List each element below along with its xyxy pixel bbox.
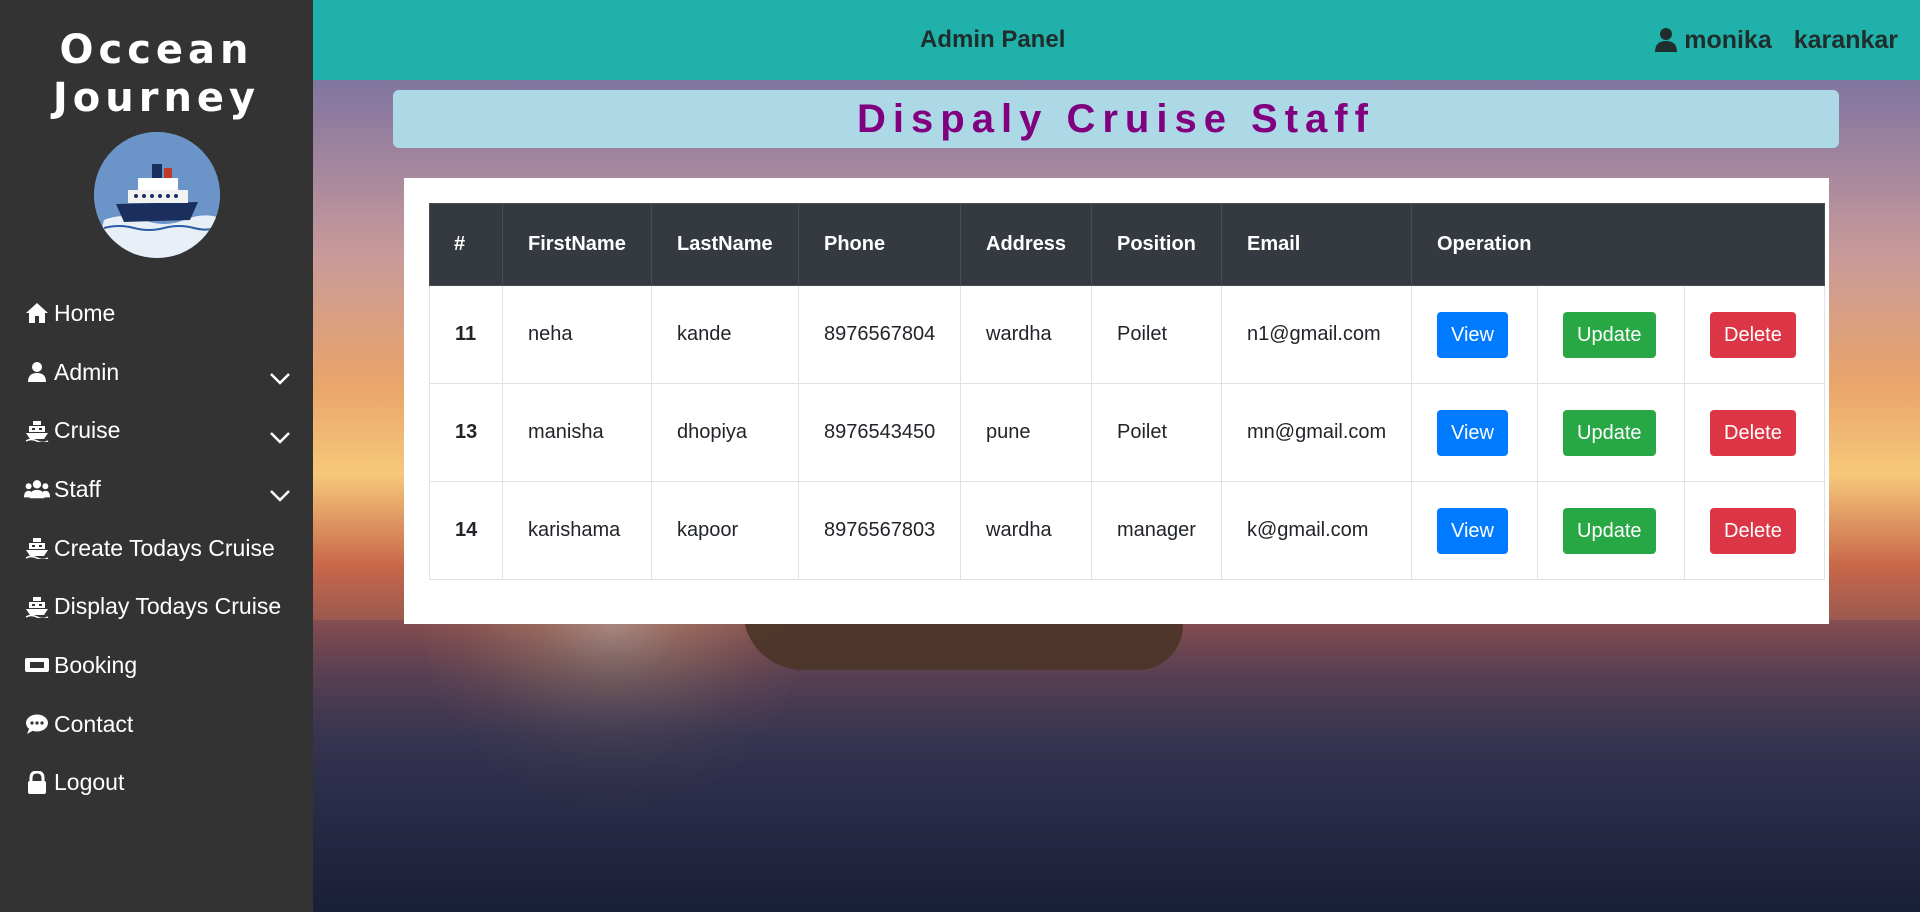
cell-first-name: karishama [502,481,652,580]
sidebar-item-create-todays-cruise[interactable]: Create Todays Cruise [0,519,313,578]
delete-button[interactable]: Delete [1710,507,1796,554]
ticket-icon [24,653,50,677]
sidebar-item-label: Admin [54,358,120,385]
sidebar-item-label: Staff [54,475,101,502]
chat-icon [24,712,50,736]
cell-address: wardha [960,481,1092,580]
user-icon [24,360,50,384]
cell-position: Poilet [1091,383,1222,482]
table-row: 14 karishama kapoor 8976567803 wardha ma… [429,481,1825,580]
cell-email: k@gmail.com [1221,481,1412,580]
staff-table-panel: # FirstName LastName Phone Address Posit… [404,178,1829,624]
sidebar-item-label: Logout [54,769,125,796]
sidebar-item-label: Cruise [54,417,121,444]
cell-last-name: dhopiya [651,383,799,482]
sidebar-item-logout[interactable]: Logout [0,754,313,813]
cell-last-name: kapoor [651,481,799,580]
column-header: Position [1091,203,1222,286]
cell-address: wardha [960,285,1092,384]
chevron-down-icon[interactable] [269,424,291,444]
user-last-name: karankar [1793,25,1898,54]
sidebar-item-home[interactable]: Home [0,284,313,343]
brand-title: Occean Journey [0,0,313,122]
update-button[interactable]: Update [1563,409,1656,456]
column-header: # [429,203,503,286]
chevron-down-icon[interactable] [269,365,291,385]
update-button[interactable]: Update [1563,507,1656,554]
ship-icon [24,419,50,443]
cell-id: 13 [429,383,503,482]
section-heading: Dispaly Cruise Staff [393,90,1839,148]
cell-address: pune [960,383,1092,482]
sidebar-item-label: Contact [54,710,134,737]
delete-button[interactable]: Delete [1710,409,1796,456]
cell-last-name: kande [651,285,799,384]
cell-phone: 8976567803 [798,481,961,580]
view-button[interactable]: View [1437,409,1508,456]
brand-line-1: Occean [59,27,254,73]
user-icon [1654,27,1678,53]
lock-icon [24,770,50,795]
sidebar: Occean Journey Home Admin Cruise Staff C… [0,0,313,912]
column-header: Phone [798,203,961,286]
cell-first-name: neha [502,285,652,384]
ship-icon [24,595,50,619]
user-menu[interactable]: monika karankar [1654,26,1898,55]
table-row: 13 manisha dhopiya 8976543450 pune Poile… [429,383,1825,482]
cell-position: manager [1091,481,1222,580]
cell-phone: 8976567804 [798,285,961,384]
column-header: LastName [651,203,799,286]
user-first-name: monika [1684,25,1772,54]
sidebar-item-booking[interactable]: Booking [0,636,313,695]
table-header-row: # FirstName LastName Phone Address Posit… [429,203,1825,286]
home-icon [24,301,50,325]
delete-button[interactable]: Delete [1710,311,1796,358]
cell-phone: 8976543450 [798,383,961,482]
staff-table: # FirstName LastName Phone Address Posit… [429,203,1825,580]
ship-icon [24,536,50,560]
column-header: Address [960,203,1092,286]
view-button[interactable]: View [1437,311,1508,358]
sidebar-item-cruise[interactable]: Cruise [0,401,313,460]
cell-position: Poilet [1091,285,1222,384]
column-header: Email [1221,203,1412,286]
chevron-down-icon[interactable] [269,482,291,503]
update-button[interactable]: Update [1563,311,1656,358]
column-header: FirstName [502,203,652,286]
cell-id: 14 [429,481,503,580]
sidebar-item-label: Booking [54,651,138,678]
sidebar-item-display-todays-cruise[interactable]: Display Todays Cruise [0,577,313,636]
cell-first-name: manisha [502,383,652,482]
cell-email: n1@gmail.com [1221,285,1412,384]
sidebar-item-label: Create Todays Cruise [54,534,275,561]
sidebar-item-label: Home [54,299,116,326]
cell-email: mn@gmail.com [1221,383,1412,482]
sidebar-item-admin[interactable]: Admin [0,343,313,402]
sidebar-menu: Home Admin Cruise Staff Create Todays Cr… [0,284,313,812]
table-row: 11 neha kande 8976567804 wardha Poilet n… [429,285,1825,384]
view-button[interactable]: View [1437,507,1508,554]
brand-line-2: Journey [52,75,261,121]
users-icon [24,477,50,501]
page-title: Admin Panel [920,26,1066,53]
top-bar: Admin Panel monika karankar [313,0,1920,80]
cell-id: 11 [429,285,503,384]
sidebar-item-label: Display Todays Cruise [54,593,282,620]
cruise-logo [93,132,220,258]
sidebar-item-contact[interactable]: Contact [0,695,313,754]
column-header: Operation [1411,203,1825,286]
sidebar-item-staff[interactable]: Staff [0,460,313,519]
